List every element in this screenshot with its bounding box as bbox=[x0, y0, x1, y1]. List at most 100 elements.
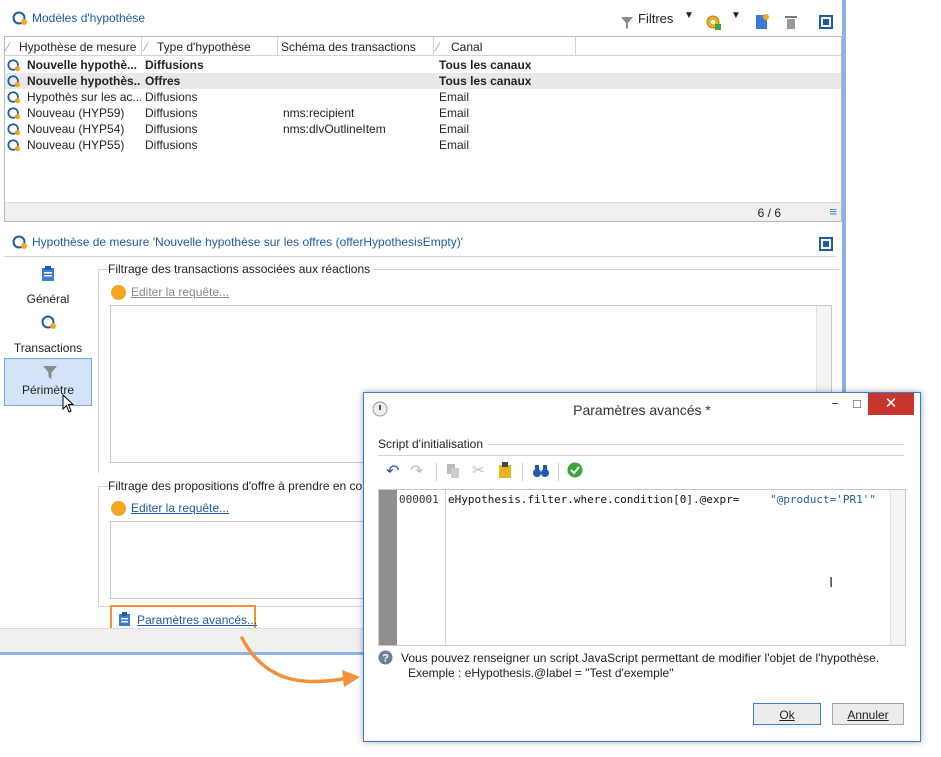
group2-query-box[interactable] bbox=[110, 521, 364, 599]
table-header: ⁄ Hypothèse de mesure ⁄ Type d'hypothèse… bbox=[5, 37, 841, 56]
hypothesis-icon bbox=[7, 91, 21, 104]
cut-icon[interactable]: ✂ bbox=[472, 461, 485, 479]
sidebar-item-label: Transactions bbox=[13, 341, 83, 355]
table-footer: 6 / 6 ≡ bbox=[5, 202, 841, 221]
advanced-parameters-dialog: Paramètres avancés * − □ ✕ Script d'init… bbox=[363, 392, 921, 742]
hypothesis-icon bbox=[41, 315, 56, 329]
hypothesis-icon bbox=[12, 235, 27, 249]
undo-icon[interactable]: ↶ bbox=[386, 461, 399, 481]
cell-type: Diffusions bbox=[145, 138, 198, 152]
cell-channel: Email bbox=[439, 106, 470, 120]
svg-text:?: ? bbox=[382, 653, 389, 665]
maximize-icon[interactable] bbox=[818, 234, 834, 254]
callout-arrow bbox=[240, 636, 360, 687]
cell-hypothesis: Nouveau (HYP54) bbox=[27, 122, 125, 136]
cell-schema: nms:dlvOutlineItem bbox=[283, 122, 386, 136]
cell-type: Diffusions bbox=[145, 58, 204, 72]
cell-channel: Email bbox=[439, 122, 470, 136]
cell-type: Diffusions bbox=[145, 122, 198, 136]
clipboard-icon bbox=[119, 612, 130, 626]
new-document-icon[interactable] bbox=[754, 12, 770, 32]
hypothesis-icon bbox=[7, 123, 21, 136]
maximize-icon[interactable] bbox=[818, 12, 834, 32]
edit-query-link-2[interactable]: Editer la requête... bbox=[131, 501, 229, 515]
binoculars-icon[interactable] bbox=[532, 463, 550, 479]
menu-icon[interactable]: ≡ bbox=[829, 204, 837, 219]
column-header-schema[interactable]: Schéma des transactions bbox=[281, 40, 416, 54]
chevron-down-icon[interactable]: ▼ bbox=[684, 10, 694, 21]
hypothesis-icon bbox=[7, 59, 21, 72]
table-row[interactable]: Nouvelle hypothè... Diffusions Tous les ca… bbox=[5, 57, 841, 73]
close-icon[interactable]: ✕ bbox=[868, 393, 914, 415]
paste-icon[interactable] bbox=[498, 462, 512, 479]
mouse-cursor-icon bbox=[62, 394, 75, 413]
cell-channel: Tous les canaux bbox=[439, 74, 532, 88]
status-dot-icon bbox=[111, 501, 126, 516]
sidebar-item-label: Périmètre bbox=[21, 383, 74, 397]
table-row[interactable]: Nouveau (HYP54) Diffusions nms:dlvOutlineI… bbox=[5, 121, 841, 137]
table-row[interactable]: Hypothès sur les ac... Diffusions Email bbox=[5, 89, 841, 105]
scrollbar[interactable] bbox=[890, 490, 905, 645]
cell-channel: Email bbox=[439, 90, 470, 104]
redo-icon[interactable]: ↷ bbox=[410, 461, 423, 481]
sidebar-item-general[interactable]: Général bbox=[4, 262, 92, 308]
hypothesis-icon bbox=[7, 75, 21, 88]
cell-hypothesis: Nouvelle hypothè... bbox=[27, 58, 138, 72]
cell-type: Offres bbox=[145, 74, 181, 88]
help-icon: ? bbox=[378, 650, 393, 665]
script-section-label: Script d'initialisation bbox=[378, 437, 484, 451]
check-icon[interactable] bbox=[567, 462, 583, 478]
cell-hypothesis: Nouveau (HYP59) bbox=[27, 106, 125, 120]
help-text-line1: Vous pouvez renseigner un script JavaScr… bbox=[401, 651, 880, 665]
minimize-icon[interactable]: − bbox=[824, 396, 846, 414]
models-panel-title: Modèles d'hypothèse bbox=[32, 11, 146, 25]
table-row[interactable]: Nouveau (HYP55) Diffusions Email bbox=[5, 137, 841, 153]
advanced-parameters-link[interactable]: Paramètres avancés... bbox=[137, 613, 257, 627]
models-panel-header: Modèles d'hypothèse Filtres ▼ ▼ bbox=[4, 4, 836, 32]
cell-channel: Tous les canaux bbox=[439, 58, 532, 72]
column-header-hypothesis[interactable]: Hypothèse de mesure bbox=[19, 40, 136, 54]
sidebar-item-transactions[interactable]: Transactions bbox=[4, 311, 92, 357]
status-dot-icon bbox=[111, 285, 126, 300]
ok-button[interactable]: Ok bbox=[753, 703, 821, 725]
filters-button[interactable]: Filtres bbox=[638, 11, 673, 26]
cell-channel: Email bbox=[439, 138, 470, 152]
funnel-icon bbox=[43, 366, 57, 379]
group2-label: Filtrage des propositions d'offre à pren… bbox=[108, 479, 367, 493]
column-header-channel[interactable]: Canal bbox=[451, 40, 482, 54]
hypothesis-icon bbox=[12, 11, 27, 25]
hypothesis-icon bbox=[7, 139, 21, 152]
column-header-type[interactable]: Type d'hypothèse bbox=[157, 40, 251, 54]
sidebar-item-label: Général bbox=[26, 292, 70, 306]
hypothesis-icon bbox=[7, 107, 21, 120]
line-number: 000001 bbox=[399, 493, 439, 506]
cell-schema: nms:recipient bbox=[283, 106, 355, 120]
record-count: 6 / 6 bbox=[757, 206, 781, 220]
help-text-line2: Exemple : eHypothesis.@label = "Test d'e… bbox=[408, 666, 674, 680]
cell-type: Diffusions bbox=[145, 106, 198, 120]
edit-query-link-1[interactable]: Editer la requête... bbox=[131, 285, 229, 299]
sidebar-item-perimetre[interactable]: Périmètre bbox=[4, 358, 92, 406]
code-string: "@product='PR1'" bbox=[770, 493, 876, 506]
script-editor[interactable]: 000001 eHypothesis.filter.where.conditio… bbox=[378, 489, 906, 646]
filter-icon[interactable] bbox=[620, 12, 634, 32]
maximize-icon[interactable]: □ bbox=[846, 396, 868, 414]
clipboard-icon bbox=[42, 266, 54, 281]
text-cursor-icon: I bbox=[829, 574, 834, 591]
trash-icon[interactable] bbox=[783, 12, 799, 32]
gear-icon[interactable] bbox=[704, 12, 722, 32]
cell-hypothesis: Nouvelle hypothès... bbox=[27, 74, 141, 88]
code-expression: eHypothesis.filter.where.condition[0].@e… bbox=[448, 493, 740, 506]
chevron-down-icon[interactable]: ▼ bbox=[731, 10, 741, 21]
cell-type: Diffusions bbox=[145, 90, 198, 104]
table-row[interactable]: Nouvelle hypothès... Offres Tous les canau… bbox=[5, 73, 841, 89]
cell-hypothesis: Hypothès sur les ac... bbox=[27, 90, 141, 104]
copy-icon[interactable] bbox=[446, 463, 460, 479]
cancel-button[interactable]: Annuler bbox=[832, 703, 904, 725]
cell-hypothesis: Nouveau (HYP55) bbox=[27, 138, 125, 152]
detail-panel-header: Hypothèse de mesure 'Nouvelle hypothèse … bbox=[4, 228, 836, 256]
detail-panel-title: Hypothèse de mesure 'Nouvelle hypothèse … bbox=[32, 235, 464, 249]
dialog-titlebar: Paramètres avancés * − □ ✕ bbox=[364, 393, 920, 425]
group1-label: Filtrage des transactions associées aux … bbox=[108, 262, 375, 276]
table-row[interactable]: Nouveau (HYP59) Diffusions nms:recipient Em… bbox=[5, 105, 841, 121]
